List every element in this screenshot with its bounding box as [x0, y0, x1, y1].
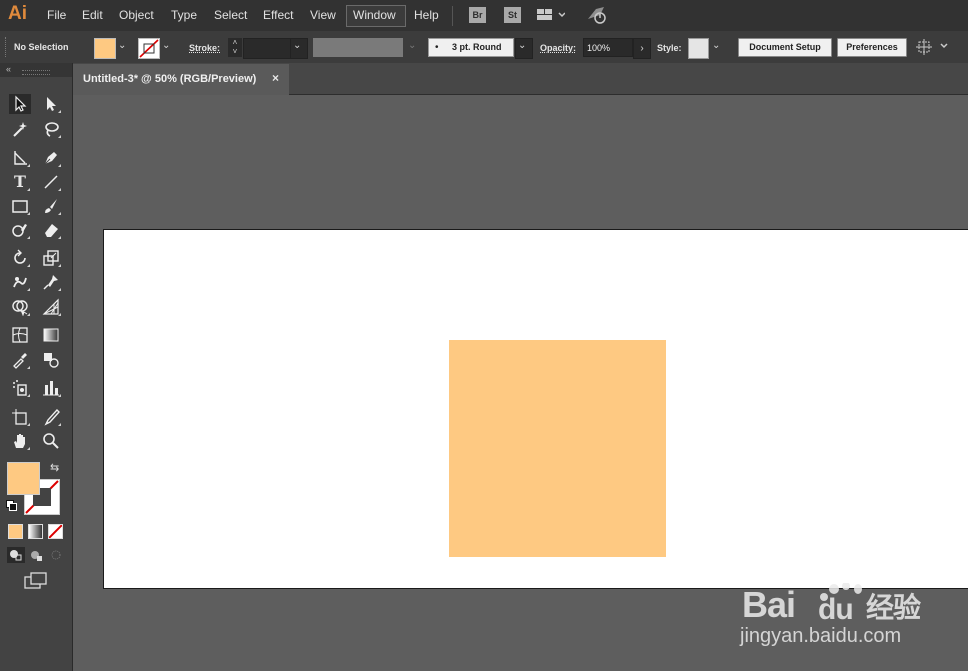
- swap-fill-stroke-icon[interactable]: ⇆: [50, 461, 59, 474]
- puppet-warp-tool-icon[interactable]: [40, 272, 62, 292]
- paintbrush-tool-icon[interactable]: [40, 196, 62, 216]
- slice-tool-icon[interactable]: [40, 407, 62, 427]
- stroke-weight-chevron-icon: ⌄: [293, 40, 302, 51]
- opacity-input[interactable]: 100%: [583, 38, 633, 57]
- menu-window[interactable]: Window: [353, 8, 396, 22]
- arrange-documents-icon[interactable]: [916, 38, 950, 59]
- fill-color-swatch[interactable]: [7, 462, 40, 495]
- stroke-weight-input[interactable]: [243, 38, 292, 59]
- collapse-panel-icon[interactable]: «: [6, 64, 11, 74]
- stock-button[interactable]: St: [504, 7, 521, 23]
- menu-view[interactable]: View: [310, 8, 336, 22]
- baidu-watermark-url: jingyan.baidu.com: [740, 625, 902, 647]
- bridge-button[interactable]: Br: [469, 7, 486, 23]
- default-fill-stroke-icon[interactable]: [6, 500, 17, 511]
- menu-object[interactable]: Object: [119, 8, 154, 22]
- shaper-tool-icon[interactable]: [9, 220, 31, 240]
- direct-selection-tool-icon[interactable]: [40, 94, 62, 114]
- illustrator-logo: Ai: [8, 3, 27, 24]
- menu-select[interactable]: Select: [214, 8, 247, 22]
- gpu-performance-icon[interactable]: [586, 5, 608, 28]
- zoom-tool-icon[interactable]: [40, 431, 62, 451]
- lasso-tool-icon[interactable]: [40, 119, 62, 139]
- color-mode-button[interactable]: [8, 524, 23, 539]
- column-graph-tool-icon[interactable]: [40, 378, 62, 398]
- scale-tool-icon[interactable]: [40, 248, 62, 268]
- selection-tool-icon[interactable]: [9, 94, 31, 114]
- magic-wand-tool-icon[interactable]: [9, 119, 31, 139]
- menu-effect[interactable]: Effect: [263, 8, 293, 22]
- fill-chevron-icon[interactable]: ⌄: [118, 40, 126, 51]
- menu-help[interactable]: Help: [414, 8, 439, 22]
- graphic-style-swatch[interactable]: [688, 38, 709, 59]
- selection-status: No Selection: [14, 42, 69, 52]
- close-icon[interactable]: ×: [272, 71, 279, 85]
- panel-grip[interactable]: [22, 70, 50, 75]
- line-segment-tool-icon[interactable]: [40, 172, 62, 192]
- eraser-tool-icon[interactable]: [40, 220, 62, 240]
- document-tab-title[interactable]: Untitled-3* @ 50% (RGB/Preview): [83, 73, 256, 85]
- brush-chevron-icon: ⌄: [518, 40, 527, 51]
- perspective-grid-tool-icon[interactable]: [40, 297, 62, 317]
- rotate-tool-icon[interactable]: [9, 248, 31, 268]
- hand-tool-icon[interactable]: [9, 431, 31, 451]
- stroke-swatch[interactable]: [138, 38, 160, 59]
- stroke-weight-stepper[interactable]: ˄ ˅: [228, 38, 242, 57]
- rectangle-tool-icon[interactable]: [9, 196, 31, 216]
- symbol-sprayer-tool-icon[interactable]: [9, 378, 31, 398]
- draw-inside-icon[interactable]: [48, 548, 64, 567]
- stroke-chevron-icon[interactable]: ⌄: [162, 40, 170, 51]
- artboard-tool-icon[interactable]: [9, 407, 31, 427]
- workspace-switcher-icon[interactable]: [537, 8, 566, 25]
- variable-width-profile[interactable]: [313, 38, 403, 57]
- fill-swatch[interactable]: [94, 38, 116, 59]
- svg-text:du: du: [818, 593, 853, 625]
- grip: [5, 37, 7, 57]
- document-setup-button[interactable]: Document Setup: [738, 38, 832, 57]
- type-tool-icon[interactable]: T: [9, 172, 31, 192]
- variable-width-chevron-icon[interactable]: ⌄: [408, 40, 416, 51]
- stroke-label[interactable]: Stroke:: [189, 43, 220, 53]
- menu-edit[interactable]: Edit: [82, 8, 103, 22]
- orange-rectangle[interactable]: [449, 340, 666, 557]
- style-label: Style:: [657, 43, 682, 53]
- mesh-tool-icon[interactable]: [9, 325, 31, 345]
- style-chevron-icon[interactable]: ⌄: [712, 40, 720, 51]
- screen-mode-icon[interactable]: [24, 572, 48, 593]
- gradient-tool-icon[interactable]: [40, 325, 62, 345]
- brush-dot-icon: •: [435, 42, 439, 53]
- blend-tool-icon[interactable]: [40, 350, 62, 370]
- pen-tool-icon[interactable]: [40, 148, 62, 168]
- draw-normal-icon[interactable]: [7, 547, 25, 563]
- preferences-button[interactable]: Preferences: [837, 38, 907, 57]
- menu-divider: [452, 6, 453, 26]
- warp-tool-icon[interactable]: [9, 272, 31, 292]
- opacity-label[interactable]: Opacity:: [540, 43, 576, 53]
- eyedropper-tool-icon[interactable]: [9, 350, 31, 370]
- brush-definition-field[interactable]: • 3 pt. Round: [428, 38, 514, 57]
- opacity-arrow-icon[interactable]: ›: [633, 38, 651, 59]
- menu-type[interactable]: Type: [171, 8, 197, 22]
- svg-text:Bai: Bai: [742, 584, 795, 625]
- gradient-mode-button[interactable]: [28, 524, 43, 539]
- brush-preset-label: 3 pt. Round: [452, 42, 502, 52]
- svg-text:经验: 经验: [866, 591, 921, 624]
- none-mode-button[interactable]: [48, 524, 63, 539]
- shape-builder-tool-icon[interactable]: [9, 297, 31, 317]
- draw-behind-icon[interactable]: [28, 548, 46, 567]
- menu-file[interactable]: File: [47, 8, 66, 22]
- curvature-tool-icon[interactable]: [9, 148, 31, 168]
